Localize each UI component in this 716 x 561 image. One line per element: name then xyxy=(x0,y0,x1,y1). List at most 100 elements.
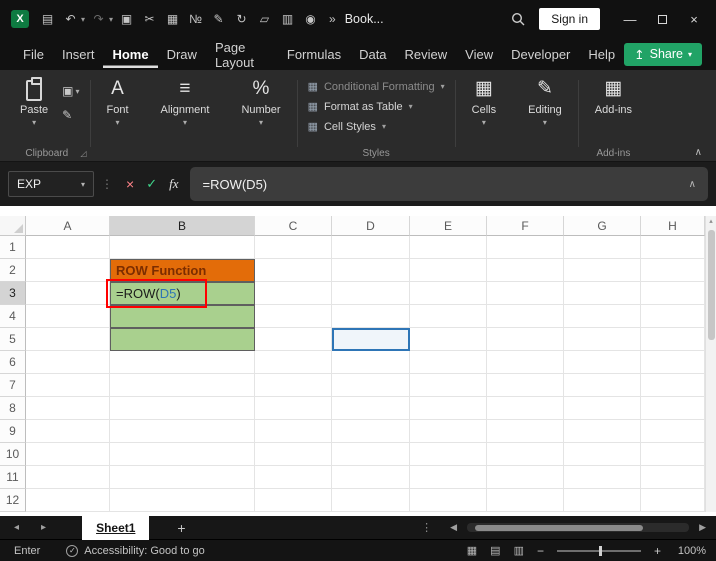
cell-D3[interactable] xyxy=(332,282,410,305)
vertical-scrollbar[interactable]: ▴ xyxy=(705,216,716,512)
cell-G12[interactable] xyxy=(564,489,641,512)
page-layout-view-icon[interactable]: ▤ xyxy=(490,544,500,557)
cell-E12[interactable] xyxy=(410,489,487,512)
tab-file[interactable]: File xyxy=(14,40,53,68)
cell-G11[interactable] xyxy=(564,466,641,489)
cell-B8[interactable] xyxy=(110,397,255,420)
cell-H6[interactable] xyxy=(641,351,705,374)
row-header-5[interactable]: 5 xyxy=(0,328,26,351)
cell-C2[interactable] xyxy=(255,259,332,282)
drag-handle-icon[interactable]: ⋮ xyxy=(101,177,113,191)
cell-B11[interactable] xyxy=(110,466,255,489)
font-button[interactable]: A Font ▾ xyxy=(101,78,135,127)
cell-E1[interactable] xyxy=(410,236,487,259)
document-icon[interactable]: ▱ xyxy=(256,12,273,26)
cell-D10[interactable] xyxy=(332,443,410,466)
cell-H11[interactable] xyxy=(641,466,705,489)
sign-in-button[interactable]: Sign in xyxy=(539,8,600,30)
cell-A2[interactable] xyxy=(26,259,110,282)
cell-A11[interactable] xyxy=(26,466,110,489)
row-header-7[interactable]: 7 xyxy=(0,374,26,397)
sheet-options-icon[interactable]: ⋮ xyxy=(421,521,432,534)
cell-E8[interactable] xyxy=(410,397,487,420)
cell-D2[interactable] xyxy=(332,259,410,282)
cell-F5[interactable] xyxy=(487,328,564,351)
cell-F3[interactable] xyxy=(487,282,564,305)
cell-A5[interactable] xyxy=(26,328,110,351)
row-header-10[interactable]: 10 xyxy=(0,443,26,466)
cell-G4[interactable] xyxy=(564,305,641,328)
cell-C4[interactable] xyxy=(255,305,332,328)
cell-E2[interactable] xyxy=(410,259,487,282)
cell-H8[interactable] xyxy=(641,397,705,420)
cell-E6[interactable] xyxy=(410,351,487,374)
maximize-button[interactable] xyxy=(646,0,678,38)
cell-F2[interactable] xyxy=(487,259,564,282)
select-all-corner[interactable] xyxy=(0,216,26,236)
cell-H10[interactable] xyxy=(641,443,705,466)
cell-A12[interactable] xyxy=(26,489,110,512)
cell-G3[interactable] xyxy=(564,282,641,305)
spreadsheet-grid[interactable]: ABCDEFGH123456789101112ROW Function=ROW(… xyxy=(0,216,705,512)
cell-C11[interactable] xyxy=(255,466,332,489)
cell-B3[interactable]: =ROW(D5) xyxy=(110,282,255,305)
cell-G1[interactable] xyxy=(564,236,641,259)
cell-D6[interactable] xyxy=(332,351,410,374)
cell-H5[interactable] xyxy=(641,328,705,351)
cell-C12[interactable] xyxy=(255,489,332,512)
tab-data[interactable]: Data xyxy=(350,40,395,68)
column-header-C[interactable]: C xyxy=(255,216,332,236)
cell-D9[interactable] xyxy=(332,420,410,443)
add-sheet-button[interactable]: + xyxy=(177,520,185,536)
cell-A10[interactable] xyxy=(26,443,110,466)
cell-H7[interactable] xyxy=(641,374,705,397)
cell-D5[interactable] xyxy=(332,328,410,351)
cell-B4[interactable] xyxy=(110,305,255,328)
toolbar-overflow-icon[interactable]: » xyxy=(329,12,336,26)
camera-icon[interactable]: ◉ xyxy=(302,12,319,26)
conditional-formatting-button[interactable]: ▦Conditional Formatting▾ xyxy=(308,80,445,93)
cell-C9[interactable] xyxy=(255,420,332,443)
tab-formulas[interactable]: Formulas xyxy=(278,40,350,68)
cell-B6[interactable] xyxy=(110,351,255,374)
cell-H3[interactable] xyxy=(641,282,705,305)
redo-icon[interactable]: ↷ xyxy=(90,12,107,26)
previous-sheet-icon[interactable]: ◂ xyxy=(14,522,19,533)
tab-help[interactable]: Help xyxy=(579,40,624,68)
formula-bar-collapse-icon[interactable]: ∧ xyxy=(689,179,696,190)
addins-button[interactable]: ▦ Add-ins xyxy=(589,78,638,116)
row-header-2[interactable]: 2 xyxy=(0,259,26,282)
format-painter-button[interactable]: ✎ xyxy=(62,108,79,122)
column-header-F[interactable]: F xyxy=(487,216,564,236)
row-header-12[interactable]: 12 xyxy=(0,489,26,512)
cell-A7[interactable] xyxy=(26,374,110,397)
cell-G10[interactable] xyxy=(564,443,641,466)
cells-button[interactable]: ▦ Cells ▾ xyxy=(466,78,502,127)
cell-B2[interactable]: ROW Function xyxy=(110,259,255,282)
row-header-9[interactable]: 9 xyxy=(0,420,26,443)
cell-C3[interactable] xyxy=(255,282,332,305)
cell-B5[interactable] xyxy=(110,328,255,351)
copy-icon[interactable]: ▣ xyxy=(118,12,135,26)
row-header-6[interactable]: 6 xyxy=(0,351,26,374)
scroll-right-icon[interactable]: ▶ xyxy=(699,522,706,533)
column-header-D[interactable]: D xyxy=(332,216,410,236)
normal-view-icon[interactable]: ▦ xyxy=(467,544,477,557)
cell-D4[interactable] xyxy=(332,305,410,328)
row-header-11[interactable]: 11 xyxy=(0,466,26,489)
row-header-4[interactable]: 4 xyxy=(0,305,26,328)
cell-H9[interactable] xyxy=(641,420,705,443)
cell-G5[interactable] xyxy=(564,328,641,351)
cell-A9[interactable] xyxy=(26,420,110,443)
cell-D7[interactable] xyxy=(332,374,410,397)
paste-icon[interactable]: ▦ xyxy=(164,12,181,26)
cell-C7[interactable] xyxy=(255,374,332,397)
cell-H4[interactable] xyxy=(641,305,705,328)
vertical-scrollbar-thumb[interactable] xyxy=(708,230,715,340)
cell-F9[interactable] xyxy=(487,420,564,443)
column-header-A[interactable]: A xyxy=(26,216,110,236)
cell-F8[interactable] xyxy=(487,397,564,420)
save-icon[interactable]: ▤ xyxy=(39,12,56,26)
zoom-slider-thumb[interactable] xyxy=(599,546,602,556)
copy-button[interactable]: ▣ ▾ xyxy=(62,84,79,98)
